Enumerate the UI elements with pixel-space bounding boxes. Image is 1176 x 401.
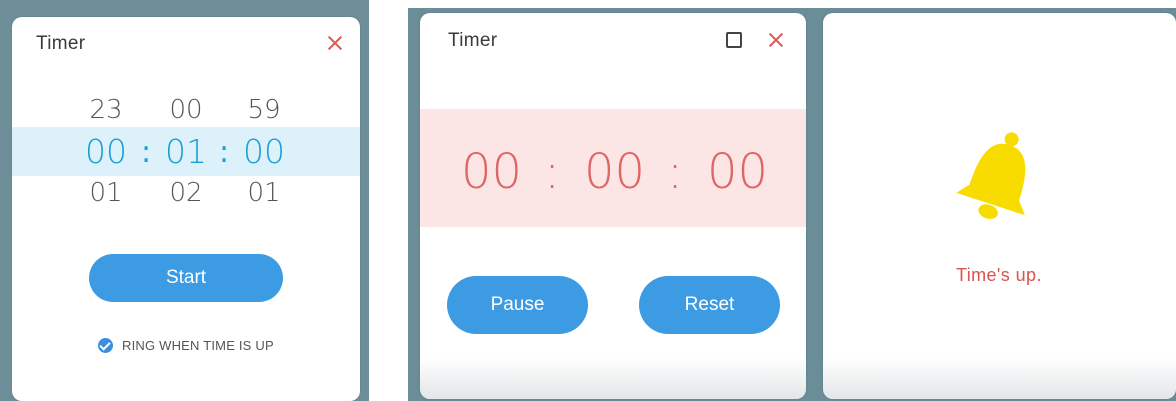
picker-separator: :	[141, 135, 152, 170]
hours-below[interactable]: 01	[76, 178, 136, 208]
countdown-seconds: 00	[707, 144, 769, 200]
countdown-separator: :	[544, 144, 561, 200]
panel-bottom-shade	[420, 357, 806, 399]
minutes-above[interactable]: 00	[156, 95, 216, 125]
countdown-hours: 00	[461, 144, 523, 200]
check-icon[interactable]	[98, 338, 113, 353]
start-button[interactable]: Start	[89, 254, 283, 302]
reset-button[interactable]: Reset	[639, 276, 780, 334]
minutes-selected[interactable]: 01	[156, 132, 216, 171]
hours-above[interactable]: 23	[76, 95, 136, 125]
countdown-minutes: 00	[584, 144, 646, 200]
picker-separator: :	[219, 135, 230, 170]
times-up-panel: Time's up.	[823, 13, 1176, 399]
seconds-below[interactable]: 01	[234, 178, 294, 208]
timer-setup-panel: Timer 23 00 59 00 : 01 : 00 01 02 01 Sta…	[12, 17, 360, 401]
times-up-message: Time's up.	[956, 265, 1042, 285]
panel-bottom-shade	[823, 357, 1176, 399]
minutes-below[interactable]: 02	[156, 178, 216, 208]
countdown-separator: :	[667, 144, 684, 200]
panel-title: Timer	[448, 30, 498, 51]
pause-button[interactable]: Pause	[447, 276, 588, 334]
seconds-selected[interactable]: 00	[234, 132, 294, 171]
close-icon[interactable]	[769, 33, 783, 47]
bell-icon	[956, 132, 1026, 219]
seconds-above[interactable]: 59	[234, 95, 294, 125]
maximize-icon[interactable]	[726, 32, 742, 48]
close-icon[interactable]	[328, 36, 342, 50]
timer-countdown-panel: Timer 00 : 00 : 00 Pause Reset	[420, 13, 806, 399]
hours-selected[interactable]: 00	[76, 132, 136, 171]
ring-when-time-is-up-label[interactable]: RING WHEN TIME IS UP	[122, 338, 274, 353]
panel-title: Timer	[36, 33, 86, 54]
